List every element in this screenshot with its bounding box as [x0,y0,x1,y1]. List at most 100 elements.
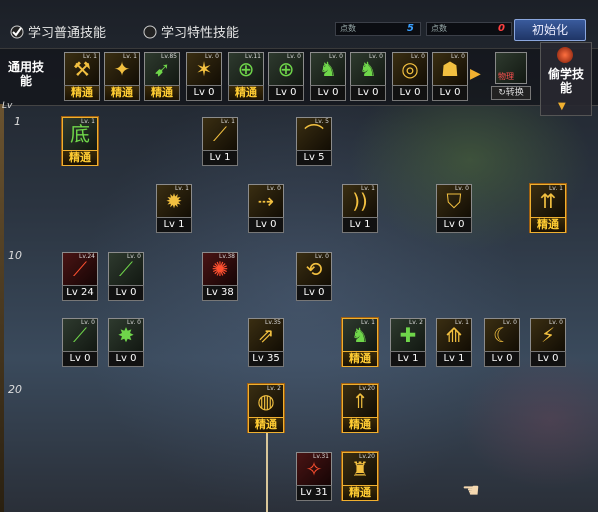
skill-caption: Lv 1 [436,351,472,367]
fire-orb-icon [557,47,573,63]
skill-icon: ♜ Lv.20 [342,452,378,486]
skill-caption: Lv 0 [392,85,428,101]
skill-icon: 底 Lv. 1 [62,117,98,151]
skill-icon: )) Lv. 1 [342,184,378,218]
level-marker: 20 [8,383,22,396]
skill-caption: 精通 [342,485,378,501]
skill-icon: ⟋ Lv.24 [62,252,98,286]
skill-slot[interactable]: ✹ Lv. 1 Lv 1 [156,184,192,233]
skill-slot[interactable]: ⟋ Lv. 0 Lv 0 [108,252,144,301]
skill-slot[interactable]: ⟲ Lv. 0 Lv 0 [296,252,332,301]
skill-icon: ✶ Lv. 0 [186,52,222,86]
skill-slot[interactable]: ⊕ Lv. 0 Lv 0 [268,52,304,101]
skill-level-tag: Lv. 2 [266,385,281,392]
common-skills-category[interactable]: 通用技能 [8,60,44,88]
skill-slot[interactable]: ♞ Lv. 0 Lv 0 [310,52,346,101]
skill-slot[interactable]: ♞ Lv. 0 Lv 0 [350,52,386,101]
radio-unchecked-icon [143,25,157,38]
tab-normal-skills[interactable]: 学习普通技能 [10,22,106,41]
skill-slot[interactable]: ⛉ Lv. 0 Lv 0 [436,184,472,233]
skill-slot[interactable]: ◍ Lv. 2 精通 [248,384,284,433]
skill-point-counter-blue: 点数 5 [335,22,421,36]
skill-slot[interactable]: ⇗ Lv.35 Lv 35 [248,318,284,367]
skill-caption: Lv 0 [296,285,332,301]
arrow-down-icon: ▼ [558,101,566,112]
skill-icon: ⇗ Lv.35 [248,318,284,352]
tab-special-skills[interactable]: 学习特性技能 [143,22,239,41]
skill-level-tag: Lv. 1 [548,185,563,192]
skill-level-tag: Lv. 0 [266,185,281,192]
skill-slot[interactable]: ⌒ Lv. 5 Lv 5 [296,117,332,166]
arrow-right-icon[interactable]: ▶ [470,66,481,82]
skill-caption: 精通 [342,351,378,367]
skill-caption: Lv 1 [342,217,378,233]
skill-slot[interactable]: ✧ Lv.31 Lv 31 [296,452,332,501]
skill-slot[interactable]: ⚒ Lv. 1 精通 [64,52,100,101]
skill-caption: Lv 0 [436,217,472,233]
skill-slot[interactable]: ⚡ Lv. 0 Lv 0 [530,318,566,367]
skill-slot[interactable]: )) Lv. 1 Lv 1 [342,184,378,233]
swap-button[interactable]: 物理 ↻转换 [491,52,531,102]
skill-icon: ⌒ Lv. 5 [296,117,332,151]
skill-level-tag: Lv.11 [245,53,261,60]
skill-level-tag: Lv. 0 [454,185,469,192]
skill-caption: Lv 1 [390,351,426,367]
skill-slot[interactable]: ⟋ Lv. 1 Lv 1 [202,117,238,166]
skill-slot[interactable]: ⇢ Lv. 0 Lv 0 [248,184,284,233]
skill-icon: ⟋ Lv. 0 [108,252,144,286]
skill-slot[interactable]: ♞ Lv. 1 精通 [342,318,378,367]
skill-caption: Lv 0 [484,351,520,367]
skill-caption: Lv 0 [108,351,144,367]
skill-icon: ◎ Lv. 0 [392,52,428,86]
skill-icon: ✦ Lv. 1 [104,52,140,86]
skill-slot[interactable]: ⇑ Lv.20 精通 [342,384,378,433]
skill-icon: ⇈ Lv. 1 [530,184,566,218]
skill-caption: Lv 0 [268,85,304,101]
skill-level-tag: Lv. 5 [314,118,329,125]
skill-icon: ◍ Lv. 2 [248,384,284,418]
skill-caption: 精通 [342,417,378,433]
skill-slot[interactable]: ✸ Lv. 0 Lv 0 [108,318,144,367]
skill-slot[interactable]: ⇈ Lv. 1 精通 [530,184,566,233]
skill-slot[interactable]: ✶ Lv. 0 Lv 0 [186,52,222,101]
skill-slot[interactable]: ➹ Lv.85 精通 [144,52,180,101]
skill-icon: ⟲ Lv. 0 [296,252,332,286]
skill-level-tag: Lv. 0 [548,319,563,326]
skill-icon: ⚡ Lv. 0 [530,318,566,352]
swap-label-box: ↻转换 [491,86,531,100]
stolen-skills-panel[interactable]: 偷学技能 ▼ [540,42,592,116]
skill-caption: Lv 24 [62,285,98,301]
skill-icon: ☗ Lv. 0 [432,52,468,86]
skill-slot[interactable]: ⟋ Lv.24 Lv 24 [62,252,98,301]
skill-level-tag: Lv. 0 [450,53,465,60]
skill-caption: Lv 0 [310,85,346,101]
skill-slot[interactable]: 底 Lv. 1 精通 [62,117,98,166]
skill-caption: Lv 0 [350,85,386,101]
skill-level-tag: Lv.31 [313,453,329,460]
skill-level-tag: Lv. 0 [410,53,425,60]
skill-slot[interactable]: ☾ Lv. 0 Lv 0 [484,318,520,367]
skill-slot[interactable]: ⟋ Lv. 0 Lv 0 [62,318,98,367]
skill-icon: ✺ Lv.38 [202,252,238,286]
skill-slot[interactable]: ⊕ Lv.11 精通 [228,52,264,101]
swap-tag: 物理 [498,72,514,81]
skill-caption: 精通 [530,217,566,233]
skill-level-tag: Lv.85 [161,53,177,60]
skill-icon: ⇑ Lv.20 [342,384,378,418]
skill-point-counter-red: 点数 0 [426,22,512,36]
skill-slot[interactable]: ✺ Lv.38 Lv 38 [202,252,238,301]
skill-icon: ⊕ Lv. 0 [268,52,304,86]
reset-button[interactable]: 初始化 [514,19,586,41]
skill-point-label: 点数 [340,24,356,33]
skill-slot[interactable]: ♜ Lv.20 精通 [342,452,378,501]
common-skills-category-label: 通用技能 [8,60,45,88]
skill-caption: Lv 0 [248,217,284,233]
skill-caption: Lv 35 [248,351,284,367]
skill-level-tag: Lv. 1 [454,319,469,326]
skill-slot[interactable]: ☗ Lv. 0 Lv 0 [432,52,468,101]
skill-slot[interactable]: ◎ Lv. 0 Lv 0 [392,52,428,101]
pointer-hand-icon: ☚ [462,478,480,502]
skill-slot[interactable]: ⟰ Lv. 1 Lv 1 [436,318,472,367]
skill-slot[interactable]: ✦ Lv. 1 精通 [104,52,140,101]
skill-slot[interactable]: ✚ Lv. 2 Lv 1 [390,318,426,367]
